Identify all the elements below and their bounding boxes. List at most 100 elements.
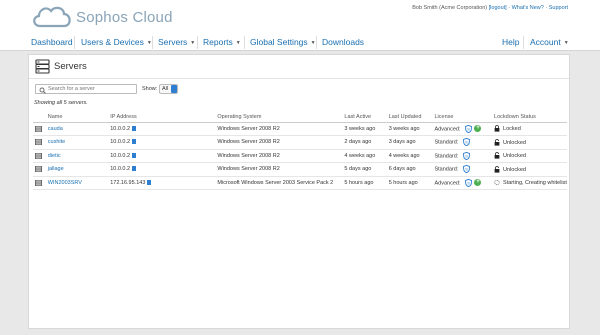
support-link[interactable]: Support <box>549 5 568 11</box>
showing-count: Showing all 5 servers. <box>34 100 88 106</box>
row-icon-cell <box>33 176 46 190</box>
separator: · <box>545 5 548 11</box>
server-name-link[interactable]: WIN2003SRV <box>48 180 82 186</box>
last-updated-cell: 5 hours ago <box>386 176 433 190</box>
page-title: Servers <box>54 61 87 72</box>
ip-info-icon[interactable] <box>132 125 137 131</box>
table-row[interactable]: WIN2003SRV 172.16.95.143 Microsoft Windows… <box>33 176 567 190</box>
unlock-icon <box>494 165 500 173</box>
nav-divider <box>523 36 524 49</box>
row-icon-cell <box>33 162 46 177</box>
os-cell: Windows Server 2008 R2 <box>215 122 343 136</box>
ip-info-icon[interactable] <box>132 152 137 158</box>
lockdown-status-text: Locked <box>503 126 521 133</box>
ip-cell: 10.0.0.2 <box>108 135 216 150</box>
col-last-active[interactable]: Last Active <box>342 112 387 123</box>
logout-link[interactable]: [logout] <box>489 5 507 11</box>
table-header-row: Name IP Address Operating System Last Ac… <box>33 112 567 123</box>
server-name-link[interactable]: dietic <box>48 153 61 159</box>
col-name[interactable]: Name <box>45 112 109 123</box>
last-updated-cell: 3 weeks ago <box>386 122 433 136</box>
license-cell: Advanced: S + <box>432 122 493 136</box>
chevron-down-icon: ▼ <box>235 40 241 46</box>
ip-info-icon[interactable] <box>147 179 152 185</box>
shield-icon: S <box>463 138 471 147</box>
server-icon <box>35 166 42 173</box>
os-cell: Microsoft Windows Server 2003 Service Pa… <box>215 176 343 190</box>
show-filter-select[interactable]: All <box>159 84 178 94</box>
search-input[interactable] <box>48 85 136 93</box>
shield-icon: S <box>465 178 473 187</box>
cloud-logo-icon <box>33 6 71 28</box>
ip-address: 10.0.0.2 <box>110 152 131 159</box>
lockdown-status-text: Unlocked <box>503 166 526 173</box>
table-row[interactable]: dietic 10.0.0.2 Windows Server 2008 R2 4 we… <box>33 149 567 163</box>
server-name-link[interactable]: cushite <box>48 139 65 145</box>
svg-text:S: S <box>466 167 469 172</box>
plus-icon: + <box>474 179 482 187</box>
last-active-cell: 5 hours ago <box>342 176 387 190</box>
ip-address: 10.0.0.2 <box>110 166 131 173</box>
nav-divider <box>316 36 317 49</box>
shield-icon: S <box>463 151 471 160</box>
license-type: Advanced: <box>434 180 461 187</box>
ip-cell: 10.0.0.2 <box>108 149 216 163</box>
nav-global-settings[interactable]: Global Settings ▼ <box>250 37 316 47</box>
col-ip[interactable]: IP Address <box>108 112 216 123</box>
nav-divider <box>152 36 153 49</box>
col-last-updated[interactable]: Last Updated <box>386 112 433 123</box>
separator: · <box>508 5 511 11</box>
nav-users-devices[interactable]: Users & Devices ▼ <box>81 37 152 47</box>
table-row[interactable]: cauda 10.0.0.2 Windows Server 2008 R2 3 wee… <box>33 122 567 136</box>
name-cell: jallage <box>45 162 109 177</box>
col-os[interactable]: Operating System <box>215 112 343 123</box>
table-row[interactable]: jallage 10.0.0.2 Windows Server 2008 R2 5 d… <box>33 162 567 177</box>
nav-reports[interactable]: Reports ▼ <box>203 37 241 47</box>
nav-account[interactable]: Account ▼ <box>530 37 569 47</box>
license-cell: Standard: S <box>432 149 493 163</box>
nav-global-settings-label: Global Settings <box>250 37 308 47</box>
table-row[interactable]: cushite 10.0.0.2 Windows Server 2008 R2 2 d… <box>33 135 567 150</box>
unlock-icon <box>494 152 500 159</box>
col-license[interactable]: License <box>432 112 493 123</box>
server-name-link[interactable]: cauda <box>48 126 63 132</box>
user-name: Bob Smith (Acme Corporation) <box>412 5 488 11</box>
os-cell: Windows Server 2008 R2 <box>215 149 343 163</box>
col-lockdown-status[interactable]: Lockdown Status <box>492 112 567 123</box>
ip-cell: 10.0.0.2 <box>108 122 216 136</box>
col-icon <box>33 112 46 123</box>
last-updated-cell: 3 days ago <box>386 135 433 150</box>
ip-info-icon[interactable] <box>132 166 137 172</box>
lockdown-status-cell: Locked <box>492 122 567 136</box>
license-type: Advanced: <box>434 126 461 133</box>
spinner-icon <box>494 180 500 186</box>
server-icon <box>35 139 42 146</box>
nav-downloads[interactable]: Downloads <box>322 37 364 47</box>
user-bar: Bob Smith (Acme Corporation) [logout] · … <box>412 5 568 11</box>
plus-icon: + <box>474 125 482 133</box>
nav-dashboard[interactable]: Dashboard <box>31 37 73 47</box>
license-cell: Standard: S <box>432 162 493 177</box>
nav-help[interactable]: Help <box>502 37 519 47</box>
show-filter-value: All <box>162 86 169 92</box>
table-body: cauda 10.0.0.2 Windows Server 2008 R2 3 wee… <box>33 122 567 190</box>
server-icon <box>35 152 42 159</box>
lockdown-status-text: Starting, Creating whitelist <box>503 180 567 187</box>
sophos-cloud-logo[interactable]: Sophos Cloud <box>30 3 180 31</box>
show-label: Show: <box>142 86 158 92</box>
lockdown-status-cell: Unlocked <box>492 162 567 177</box>
ip-info-icon[interactable] <box>132 139 137 145</box>
chevron-down-icon: ▼ <box>563 40 569 46</box>
top-header: Sophos Cloud Bob Smith (Acme Corporation… <box>0 0 600 34</box>
server-search[interactable] <box>35 84 137 94</box>
panel-header: Servers <box>29 55 569 79</box>
server-icon <box>35 125 42 132</box>
name-cell: dietic <box>45 149 109 163</box>
server-name-link[interactable]: jallage <box>48 166 64 172</box>
license-cell: Advanced: S + <box>432 176 493 190</box>
servers-panel: Servers Show: All Showing all 5 servers.… <box>28 54 570 329</box>
nav-divider <box>74 36 75 49</box>
os-cell: Windows Server 2008 R2 <box>215 162 343 177</box>
whats-new-link[interactable]: What's New? <box>512 5 544 11</box>
nav-servers[interactable]: Servers ▼ <box>158 37 195 47</box>
